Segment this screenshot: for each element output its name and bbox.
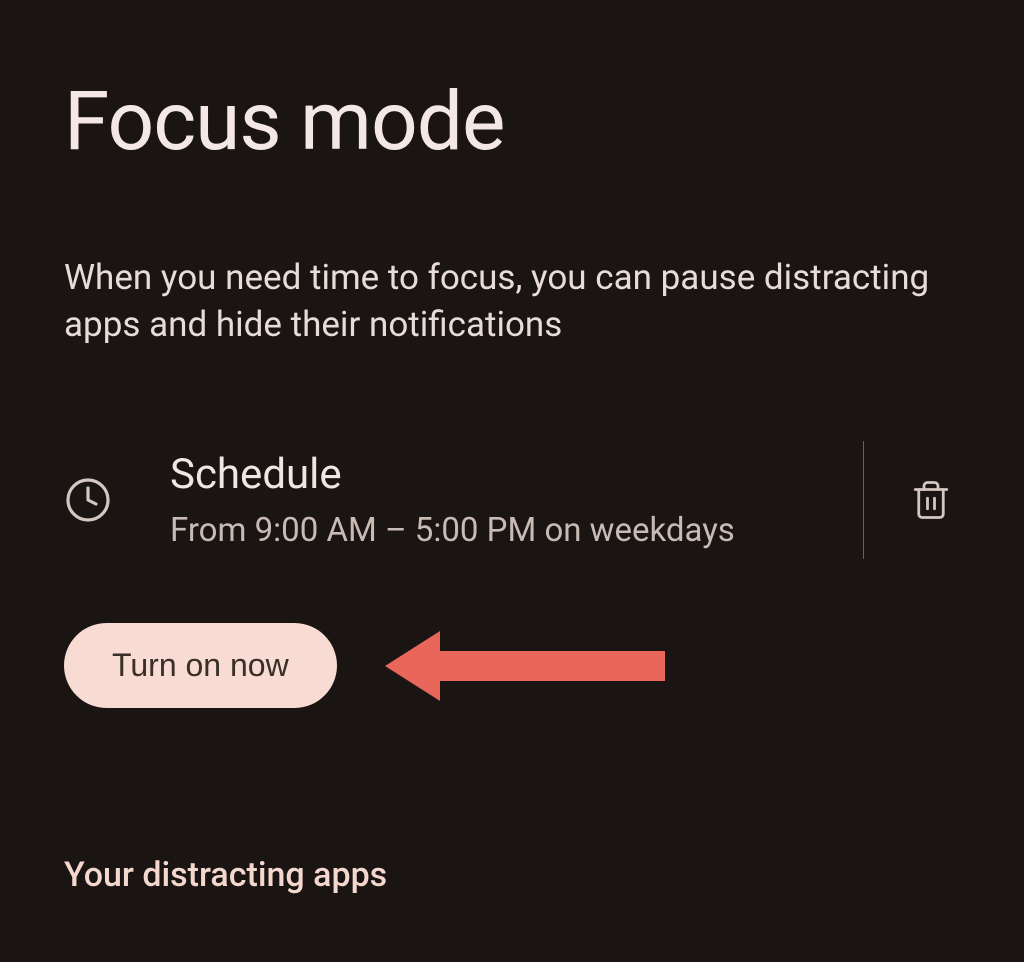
page-description: When you need time to focus, you can pau… — [64, 254, 960, 349]
delete-schedule-button[interactable] — [902, 471, 960, 529]
clock-icon — [64, 476, 118, 524]
action-row: Turn on now — [64, 621, 960, 711]
schedule-text-block: Schedule From 9:00 AM – 5:00 PM on weekd… — [170, 450, 845, 550]
schedule-subtitle: From 9:00 AM – 5:00 PM on weekdays — [170, 511, 845, 550]
distracting-apps-header: Your distracting apps — [64, 855, 960, 895]
schedule-row[interactable]: Schedule From 9:00 AM – 5:00 PM on weekd… — [64, 441, 960, 559]
arrow-left-icon — [385, 631, 665, 701]
turn-on-now-button[interactable]: Turn on now — [64, 623, 337, 708]
page-title: Focus mode — [64, 0, 960, 170]
trash-icon — [910, 479, 952, 521]
schedule-title: Schedule — [170, 450, 845, 499]
vertical-divider — [863, 441, 864, 559]
arrow-annotation — [385, 621, 675, 711]
